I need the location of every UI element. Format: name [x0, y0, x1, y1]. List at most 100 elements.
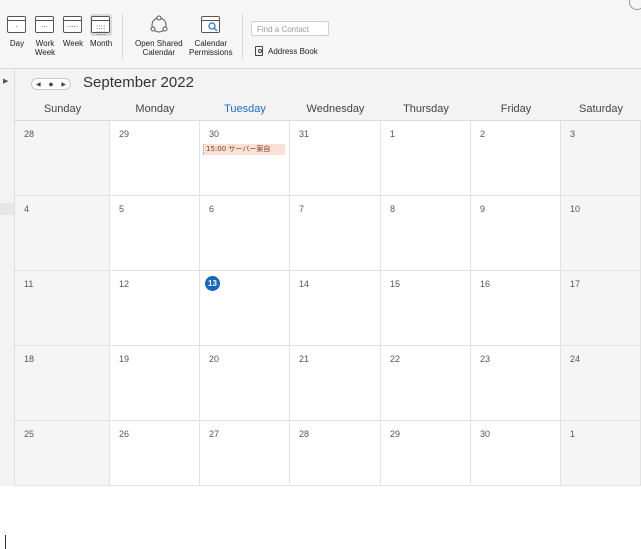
day-number: 23 [480, 354, 491, 364]
day-cell[interactable]: 4 [15, 196, 110, 271]
day-cell[interactable]: 8 [381, 196, 471, 271]
day-number: 22 [390, 354, 401, 364]
day-number: 28 [299, 429, 310, 439]
day-number: 14 [299, 279, 310, 289]
pane-tick [5, 535, 6, 549]
day-number: 11 [24, 279, 34, 289]
address-book-label: Address Book [268, 46, 318, 56]
day-view-button[interactable]: · Day [6, 14, 28, 48]
day-cell[interactable]: 10 [561, 196, 641, 271]
day-view-icon: · [6, 14, 28, 36]
day-number: 10 [570, 204, 581, 214]
day-number: 1 [390, 129, 396, 139]
day-cell[interactable]: 28 [15, 121, 110, 196]
date-nav-control: ◀ ◆ ▶ [31, 78, 71, 90]
day-cell[interactable]: 3 [561, 121, 641, 196]
expand-pane-icon[interactable]: ▶ [3, 77, 8, 85]
day-cell[interactable]: 12 [110, 271, 200, 346]
day-cell[interactable]: 30 [471, 421, 561, 486]
day-number: 2 [480, 129, 486, 139]
day-number: 20 [209, 354, 220, 364]
address-book-icon [255, 46, 263, 56]
day-number: 16 [480, 279, 491, 289]
day-number: 6 [209, 204, 215, 214]
find-contact-input[interactable]: Find a Contact [251, 21, 329, 36]
day-number: 3 [570, 129, 576, 139]
open-shared-calendar-label: Open Shared Calendar [135, 39, 183, 57]
month-view-icon: :::::::: [90, 14, 113, 37]
weekday-saturday: Saturday [578, 103, 624, 115]
day-cell[interactable]: 5 [110, 196, 200, 271]
day-cell[interactable]: 24 [561, 346, 641, 421]
day-cell[interactable]: 20 [200, 346, 290, 421]
address-book-button[interactable]: Address Book [255, 46, 318, 56]
day-number: 27 [209, 429, 220, 439]
weekday-header: Sunday Monday Tuesday Wednesday Thursday Frid… [15, 99, 641, 121]
weekday-monday: Monday [135, 103, 175, 115]
day-cell[interactable]: 13 [200, 271, 290, 346]
day-cell[interactable]: 22 [381, 346, 471, 421]
next-month-icon[interactable]: ▶ [61, 81, 66, 88]
day-cell[interactable]: 28 [290, 421, 381, 486]
day-cell[interactable]: 18 [15, 346, 110, 421]
week-view-label: Week [62, 39, 84, 48]
day-cell[interactable]: 9 [471, 196, 561, 271]
help-icon[interactable] [629, 0, 641, 10]
day-number: 7 [299, 204, 305, 214]
calendar-event[interactable]: 15:00 サーバー案自 [203, 144, 285, 155]
day-cell[interactable]: 6 [200, 196, 290, 271]
day-cell[interactable]: 17 [561, 271, 641, 346]
calendar-nav-bar: ◀ ◆ ▶ September 2022 [15, 69, 641, 99]
day-cell[interactable]: 27 [200, 421, 290, 486]
day-cell[interactable]: 16 [471, 271, 561, 346]
day-number: 24 [570, 354, 581, 364]
day-cell[interactable]: 14 [290, 271, 381, 346]
month-grid: 28 29 30 15:00 サーバー案自 31 1 2 3 4 5 6 7 8 9 10 11 12 13 14 1… [15, 121, 641, 486]
day-number: 29 [390, 429, 401, 439]
today-icon[interactable]: ◆ [49, 81, 54, 88]
month-view-button[interactable]: :::::::: Month [90, 14, 112, 48]
day-cell[interactable]: 15 [381, 271, 471, 346]
day-number: 4 [24, 204, 30, 214]
day-cell[interactable]: 2 [471, 121, 561, 196]
week-view-button[interactable]: ····· Week [62, 14, 84, 48]
day-cell[interactable]: 1 [381, 121, 471, 196]
calendar-permissions-button[interactable]: Calendar Permissions [189, 14, 233, 57]
day-view-label: Day [9, 39, 25, 48]
calendar-permissions-icon [200, 14, 222, 36]
left-pane-strip: ▶ [0, 69, 15, 549]
day-cell[interactable]: 26 [110, 421, 200, 486]
day-number: 19 [119, 354, 130, 364]
day-cell[interactable]: 31 [290, 121, 381, 196]
work-week-view-label: Work Week [34, 39, 56, 57]
day-number: 26 [119, 429, 130, 439]
day-number: 15 [390, 279, 401, 289]
day-number: 12 [119, 279, 130, 289]
day-cell[interactable]: 29 [110, 121, 200, 196]
day-cell[interactable]: 23 [471, 346, 561, 421]
open-shared-calendar-button[interactable]: Open Shared Calendar [135, 14, 183, 57]
day-number: 8 [390, 204, 396, 214]
day-cell[interactable]: 1 [561, 421, 641, 486]
month-view-label: Month [90, 39, 113, 48]
day-cell[interactable]: 25 [15, 421, 110, 486]
day-number: 25 [24, 429, 35, 439]
work-week-view-icon: ··· [34, 14, 56, 36]
ribbon-separator [122, 14, 123, 60]
work-week-view-button[interactable]: ··· Work Week [34, 14, 56, 57]
day-cell[interactable]: 11 [15, 271, 110, 346]
day-number: 29 [119, 129, 130, 139]
day-cell[interactable]: 30 15:00 サーバー案自 [200, 121, 290, 196]
pane-marker [0, 203, 14, 215]
previous-month-icon[interactable]: ◀ [36, 81, 41, 88]
weekday-thursday: Thursday [403, 103, 449, 115]
weekday-friday: Friday [500, 103, 532, 115]
weekday-tuesday: Tuesday [224, 103, 266, 115]
day-cell[interactable]: 19 [110, 346, 200, 421]
today-date-badge: 13 [205, 276, 220, 291]
day-cell[interactable]: 29 [381, 421, 471, 486]
day-cell[interactable]: 21 [290, 346, 381, 421]
day-number: 30 [480, 429, 491, 439]
day-cell[interactable]: 7 [290, 196, 381, 271]
shared-calendar-icon [148, 14, 170, 36]
